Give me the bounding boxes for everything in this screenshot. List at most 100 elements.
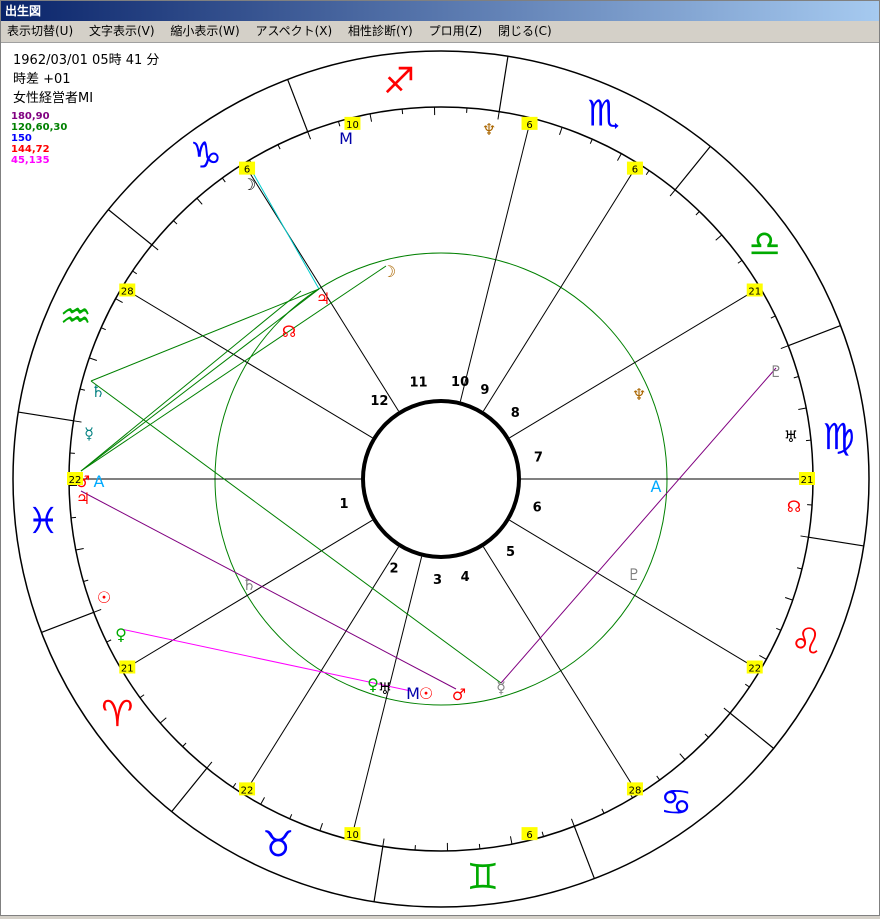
degree-tick: [716, 235, 722, 240]
menu-display-toggle[interactable]: 表示切替(U): [1, 21, 79, 42]
degree-tick: [152, 245, 158, 250]
degree-tick: [705, 734, 709, 737]
menu-text-display[interactable]: 文字表示(V): [83, 21, 161, 42]
natal-mercury-icon: ☿: [84, 424, 94, 443]
natal-pluto-icon: ♇: [769, 362, 783, 381]
degree-tick: [140, 695, 144, 698]
degree-tick: [80, 389, 85, 390]
degree-tick: [101, 328, 106, 330]
house-number: 7: [534, 451, 543, 466]
degree-tick: [680, 754, 685, 760]
natal-node-icon: ☊: [787, 497, 801, 516]
degree-tick: [542, 832, 543, 837]
menu-close[interactable]: 閉じる(C): [492, 21, 558, 42]
sign-divider: [788, 326, 840, 346]
degree-tick: [745, 684, 749, 687]
degree-tick: [71, 517, 76, 518]
person-name: 女性経営者MI: [13, 89, 159, 108]
cusp-degree-label: 10: [346, 120, 359, 131]
sign-glyph: ♉: [262, 824, 294, 865]
sign-divider: [41, 612, 93, 632]
sign-divider: [574, 826, 594, 878]
aspect-line: [501, 368, 776, 683]
cusp-degree-label: 6: [526, 120, 532, 131]
degree-tick: [338, 121, 339, 126]
cusp-degree-label: 6: [526, 830, 532, 841]
house-cusp: [460, 118, 531, 401]
natal-uranus-icon: ♅: [784, 427, 798, 446]
natal-mc-icon: M: [339, 129, 353, 148]
degree-tick: [133, 271, 137, 274]
degree-tick: [498, 112, 499, 120]
degree-tick: [383, 839, 384, 847]
sign-divider: [374, 846, 383, 901]
degree-tick: [657, 776, 660, 780]
transit-mars-icon: ♂: [452, 685, 466, 704]
menu-reduced-display[interactable]: 縮小表示(W): [164, 21, 245, 42]
sign-glyph: ♐: [383, 61, 415, 102]
legend-quintile: 144,72: [11, 144, 67, 155]
cusp-degree-label: 21: [801, 475, 814, 486]
cusp-degree-label: 21: [748, 286, 761, 297]
degree-tick: [320, 823, 323, 831]
degree-tick: [781, 346, 788, 349]
transit-venus-icon: ♀: [367, 675, 379, 694]
legend-trine: 120,60,30: [11, 122, 67, 133]
degree-tick: [510, 836, 512, 844]
natal-asc-icon: A: [94, 472, 105, 491]
degree-tick: [590, 139, 592, 144]
sign-glyph: ♍: [823, 417, 855, 458]
menu-aspect[interactable]: アスペクト(X): [249, 21, 338, 42]
sign-glyph: ♏: [588, 94, 620, 135]
house-number: 12: [370, 394, 388, 409]
degree-tick: [806, 440, 811, 441]
menu-pro[interactable]: プロ用(Z): [423, 21, 489, 42]
house-number: 4: [461, 570, 470, 585]
degree-tick: [89, 358, 97, 361]
transit-sun-icon: ☉: [419, 684, 433, 703]
chart-info: 1962/03/01 05時 41 分 時差 +01 女性経営者MI: [13, 51, 159, 108]
sign-divider: [808, 537, 863, 546]
house-number: 8: [511, 406, 520, 421]
aspect-legend: 180,90 120,60,30 150 144,72 45,135: [11, 111, 67, 166]
menu-bar: 表示切替(U) 文字表示(V) 縮小表示(W) アスペクト(X) 相性診断(Y)…: [1, 21, 879, 43]
transit-node-icon: ☊: [282, 322, 296, 341]
sign-divider: [730, 713, 774, 748]
sign-divider: [108, 210, 152, 245]
house-number: 3: [433, 573, 442, 588]
house-number: 11: [409, 376, 427, 391]
legend-opposition: 180,90: [11, 111, 67, 122]
house-number: 9: [480, 383, 489, 398]
degree-tick: [646, 171, 649, 175]
time-difference: 時差 +01: [13, 70, 159, 89]
degree-tick: [738, 260, 742, 263]
house-number: 1: [339, 497, 348, 512]
house-number: 5: [506, 545, 515, 560]
sign-glyph: ♎: [748, 224, 780, 265]
sign-divider: [18, 412, 73, 421]
degree-tick: [261, 797, 265, 804]
degree-tick: [798, 408, 806, 410]
degree-tick: [222, 178, 225, 182]
cusp-degree-label: 28: [121, 286, 134, 297]
degree-tick: [207, 762, 212, 768]
transit-jupiter-icon: ♃: [316, 289, 330, 308]
sign-glyph: ♑: [190, 135, 222, 176]
degree-tick: [776, 628, 781, 630]
center-circle: [363, 401, 519, 557]
cusp-degree-label: 6: [244, 165, 250, 176]
degree-tick: [560, 127, 563, 135]
degree-tick: [83, 580, 88, 581]
menu-compatibility[interactable]: 相性診断(Y): [342, 21, 419, 42]
sign-glyph: ♊: [467, 857, 499, 898]
window-title: 出生図: [1, 1, 879, 21]
transit-asc-icon: A: [651, 477, 662, 496]
sign-glyph: ♒: [59, 296, 91, 337]
degree-tick: [183, 743, 186, 747]
legend-quincunx: 150: [11, 133, 67, 144]
degree-tick: [617, 154, 621, 161]
house-number: 6: [533, 501, 542, 516]
degree-tick: [94, 609, 101, 612]
degree-tick: [173, 221, 177, 224]
degree-tick: [771, 316, 775, 318]
